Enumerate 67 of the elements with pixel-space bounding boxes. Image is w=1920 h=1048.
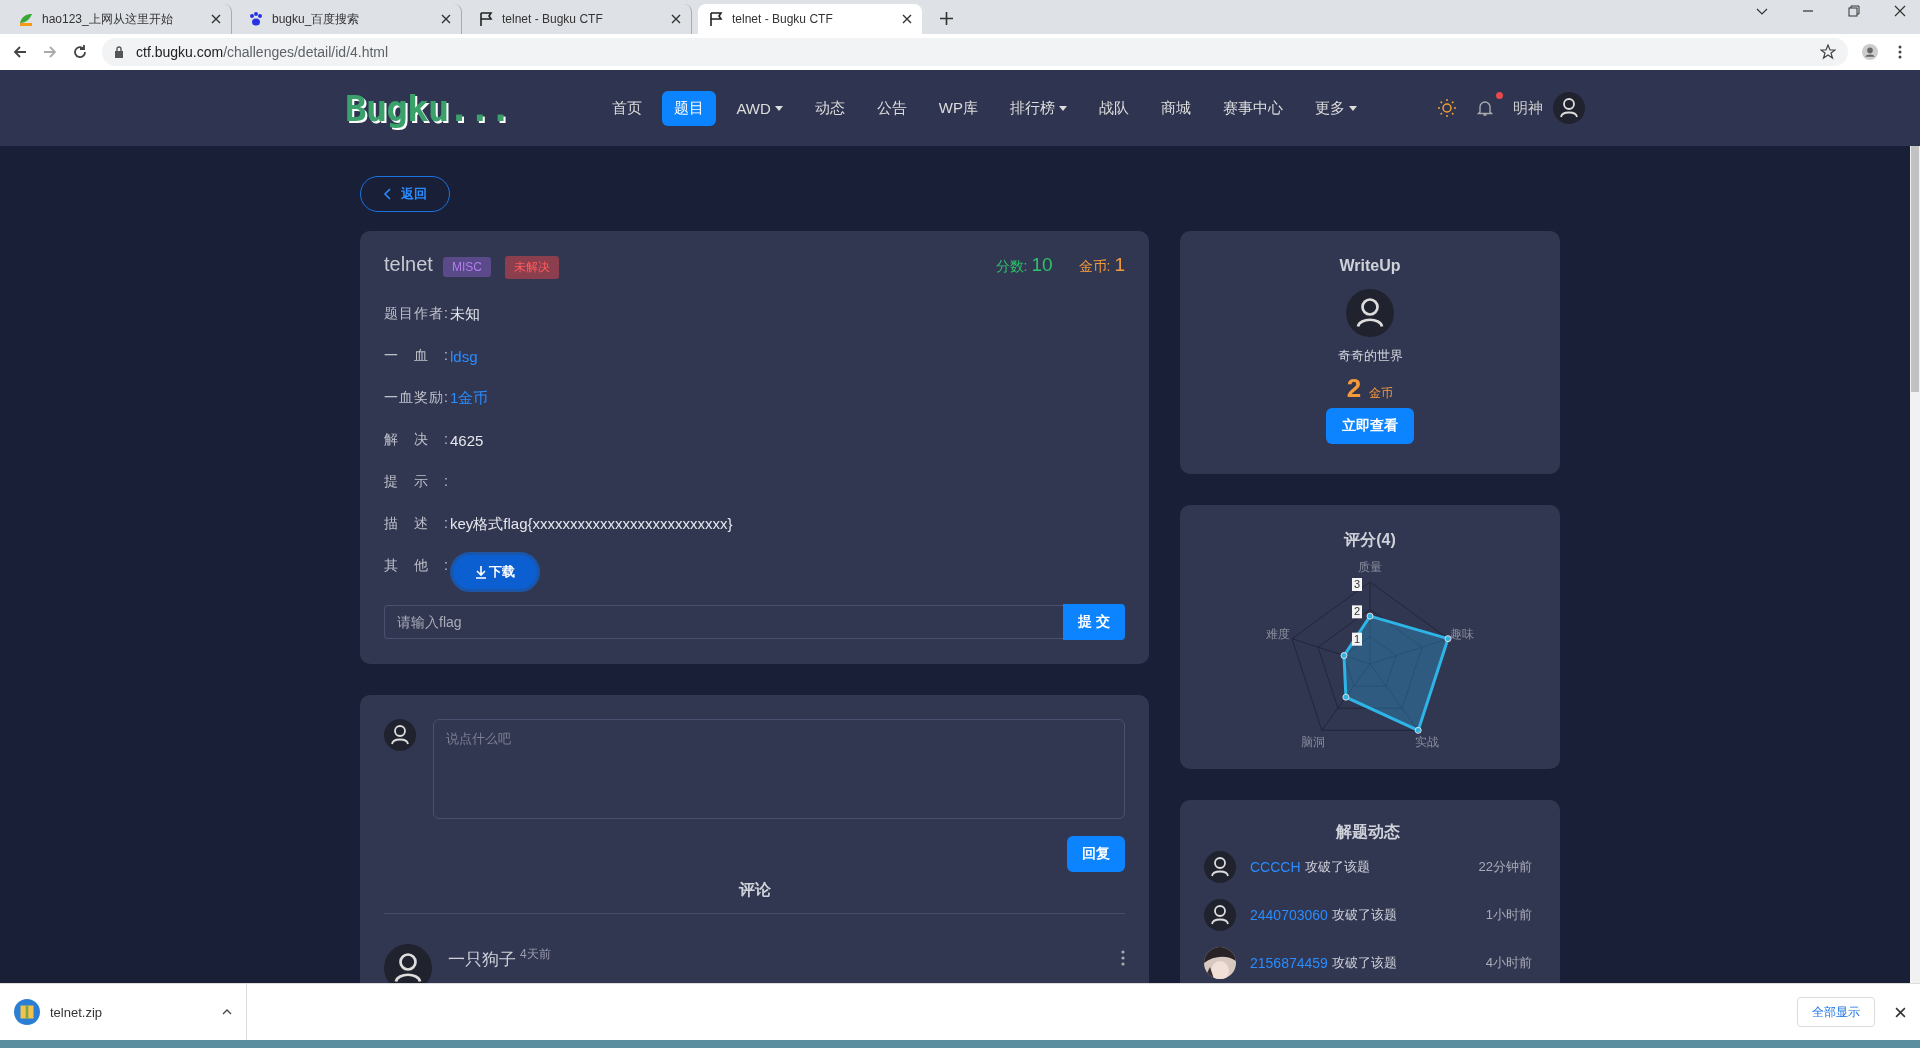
tick-label: 2	[1352, 605, 1362, 619]
nav-item[interactable]: 更多	[1303, 90, 1369, 126]
writeup-author: 奇奇的世界	[1337, 347, 1403, 365]
coins-value: 1	[1114, 254, 1125, 276]
card-title: WriteUp	[1339, 257, 1401, 275]
nav-item[interactable]: 首页	[600, 90, 655, 126]
card-title: 评分(4)	[1344, 530, 1396, 550]
field-label: 其他:	[384, 557, 448, 575]
status-tag: 未解决	[504, 256, 559, 279]
nav-item[interactable]: WP库	[926, 90, 990, 126]
solve-action: 攻破了该题	[1304, 858, 1370, 876]
user-link[interactable]: 2156874459	[1250, 955, 1328, 971]
score-label: 分数:	[995, 258, 1028, 276]
address-field[interactable]: ctf.bugku.com/challenges/detail/id/4.html	[102, 38, 1848, 66]
nav-item[interactable]: 公告	[864, 90, 919, 126]
browser-tab[interactable]: telnet - Bugku CTF	[698, 4, 922, 34]
field-label: 描述:	[384, 515, 448, 533]
comment-author[interactable]: 一只狗子	[448, 948, 516, 971]
submit-button[interactable]: 提 交	[1063, 604, 1125, 640]
field-label: 提示:	[384, 473, 448, 491]
nav-item[interactable]: 排行榜	[998, 90, 1079, 126]
comments-heading: 评论	[384, 880, 1125, 914]
field-value: 未知	[450, 304, 480, 324]
coins-label: 金币:	[1078, 258, 1111, 276]
user-link[interactable]: 2440703060	[1250, 907, 1328, 923]
solve-action: 攻破了该题	[1331, 906, 1397, 924]
comment-time: 4天前	[520, 946, 551, 963]
nav-item[interactable]: AWD	[724, 91, 795, 125]
price-value: 2	[1346, 373, 1362, 404]
solve-time: 4小时前	[1485, 954, 1532, 972]
axis-label: 趣味	[1450, 627, 1474, 642]
nav-item[interactable]: 战队	[1087, 90, 1141, 126]
solve-time: 1小时前	[1485, 906, 1532, 924]
field-label: 解决:	[384, 431, 448, 449]
challenge-title: telnet	[384, 253, 433, 276]
show-all-button[interactable]: 全部显示	[1797, 997, 1875, 1027]
tick-label: 1	[1352, 632, 1362, 646]
nav-item[interactable]: 题目	[662, 90, 717, 126]
field-label: 一血奖励:	[384, 389, 448, 407]
comment-field[interactable]: 说点什么吧	[433, 719, 1125, 819]
user-link[interactable]: CCCCH	[1250, 859, 1301, 875]
card-title: 解题动态	[1334, 822, 1401, 842]
category-tag: MISC	[442, 257, 491, 277]
flag-input[interactable]: 请输入flag	[384, 605, 1063, 639]
axis-label: 实战	[1414, 735, 1439, 750]
axis-label: 脑洞	[1301, 735, 1326, 750]
view-button[interactable]: 立即查看	[1326, 408, 1414, 444]
download-button[interactable]: 下载	[450, 552, 540, 592]
tick-label: 3	[1352, 578, 1362, 591]
score-value: 10	[1031, 254, 1053, 276]
solve-action: 攻破了该题	[1331, 954, 1397, 972]
nav-item[interactable]: 动态	[802, 90, 857, 126]
username[interactable]: 明神	[1513, 98, 1543, 118]
logo[interactable]: Bugku...	[345, 87, 511, 129]
field-label: 一血:	[384, 347, 448, 365]
axis-label: 质量	[1358, 560, 1382, 575]
field-value: key格式flag{xxxxxxxxxxxxxxxxxxxxxxxxxx}	[450, 514, 733, 534]
nav-item[interactable]: 赛事中心	[1211, 90, 1295, 126]
field-link[interactable]: 1金币	[450, 388, 489, 408]
axis-label: 难度	[1266, 627, 1290, 642]
field-link[interactable]: ldsg	[450, 347, 478, 365]
price-unit: 金币	[1369, 385, 1394, 402]
reply-button[interactable]: 回复	[1067, 836, 1125, 872]
nav-item[interactable]: 商城	[1149, 90, 1203, 126]
solve-time: 22分钟前	[1478, 858, 1532, 876]
field-label: 题目作者:	[384, 305, 448, 323]
field-value: 4625	[450, 431, 484, 449]
